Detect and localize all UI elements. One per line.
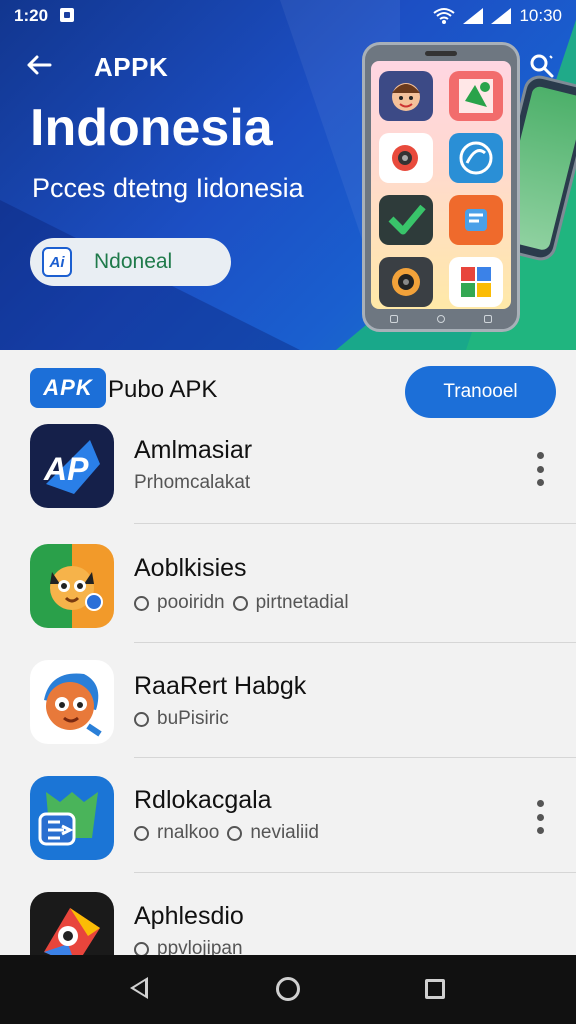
meta-info-icon — [232, 595, 248, 611]
app-meta-text: nevialiid — [250, 822, 319, 843]
more-options-icon[interactable] — [530, 800, 550, 834]
signal-icon — [463, 8, 484, 24]
list-item[interactable]: Aoblkisies pooiridn pirtnetadial — [0, 540, 576, 656]
app-meta-text: Prhomcalakat — [134, 472, 251, 493]
cartoon-character-icon — [30, 660, 114, 744]
app-name: Rdlokacgala — [134, 786, 272, 814]
ap-logo-icon: AP — [30, 424, 114, 508]
divider — [134, 523, 576, 524]
nav-recents-icon[interactable] — [425, 979, 445, 999]
app-meta-text: rnalkoo — [157, 822, 220, 843]
region-chip[interactable]: Ai Ndoneal — [30, 238, 231, 286]
orange-tools-app-icon — [449, 195, 503, 245]
blue-globe-app-icon — [449, 133, 503, 183]
status-bar: 1:20 10:30 — [0, 0, 576, 32]
notification-icon — [60, 8, 74, 22]
meta-info-icon — [134, 825, 149, 841]
colorful-bird-icon — [30, 892, 114, 955]
hero-subtitle: Pcces dtetng Iidonesia — [32, 173, 304, 203]
status-time-left: 1:20 — [14, 6, 49, 25]
settings-gear-app-icon — [379, 257, 433, 307]
nav-back-icon[interactable] — [130, 977, 148, 999]
app-meta-text: pirtnetadial — [255, 592, 349, 613]
app-meta: rnalkoo nevialiid — [134, 822, 319, 844]
hero-banner: 1:20 10:30 APPK Indonesia Pcces dtetng I… — [0, 0, 576, 350]
featured-title: Pubo APK — [108, 376, 218, 403]
app-name: RaaRert Habgk — [134, 672, 307, 700]
list-item[interactable]: Aphlesdio ppvlojipan — [0, 888, 576, 955]
app-meta-text: ppvlojipan — [157, 938, 243, 955]
nav-home-icon[interactable] — [276, 977, 300, 1001]
app-name: Amlmasiar — [134, 436, 253, 464]
app-meta-text: buPisiric — [157, 708, 229, 729]
system-nav-bar — [0, 955, 576, 1024]
green-map-app-icon — [449, 71, 503, 121]
meta-info-icon — [134, 711, 149, 727]
more-options-icon[interactable] — [530, 452, 550, 486]
app-meta: Prhomcalakat — [134, 472, 250, 494]
status-indicators: 10:30 — [433, 6, 562, 26]
cartoon-face-app-icon — [379, 71, 433, 121]
camera-app-icon — [379, 133, 433, 183]
app-meta: buPisiric — [134, 708, 229, 730]
meta-info-icon — [227, 825, 243, 841]
app-name: Aoblkisies — [134, 554, 247, 582]
app-meta-text: pooiridn — [157, 592, 225, 613]
app-title: APPK — [94, 52, 169, 82]
hero-title: Indonesia — [30, 99, 273, 157]
phone-illustration — [362, 42, 520, 332]
divider — [134, 757, 576, 758]
meta-info-icon — [134, 595, 149, 611]
chip-label: Ndoneal — [94, 250, 173, 273]
app-name: Aphlesdio — [134, 902, 244, 930]
list-item[interactable]: AP Amlmasiar Prhomcalakat — [0, 420, 576, 536]
chip-logo-icon: Ai — [42, 247, 72, 277]
colorful-grid-app-icon — [449, 257, 503, 307]
signal-icon — [491, 8, 512, 24]
meta-info-icon — [134, 941, 149, 955]
featured-logo: APK — [30, 368, 106, 408]
svg-text:AP: AP — [43, 451, 89, 487]
divider — [134, 642, 576, 643]
app-meta: pooiridn pirtnetadial — [134, 592, 349, 614]
app-meta: ppvlojipan — [134, 938, 243, 955]
owl-mascot-icon — [30, 544, 114, 628]
divider — [134, 872, 576, 873]
check-app-icon — [379, 195, 433, 245]
list-item[interactable]: Rdlokacgala rnalkoo nevialiid — [0, 772, 576, 888]
primary-action-button[interactable]: Tranooel — [405, 366, 556, 418]
green-blob-arrow-icon — [30, 776, 114, 860]
wifi-icon — [433, 8, 456, 24]
back-arrow-icon[interactable] — [24, 50, 56, 82]
status-time-right: 10:30 — [519, 6, 562, 25]
